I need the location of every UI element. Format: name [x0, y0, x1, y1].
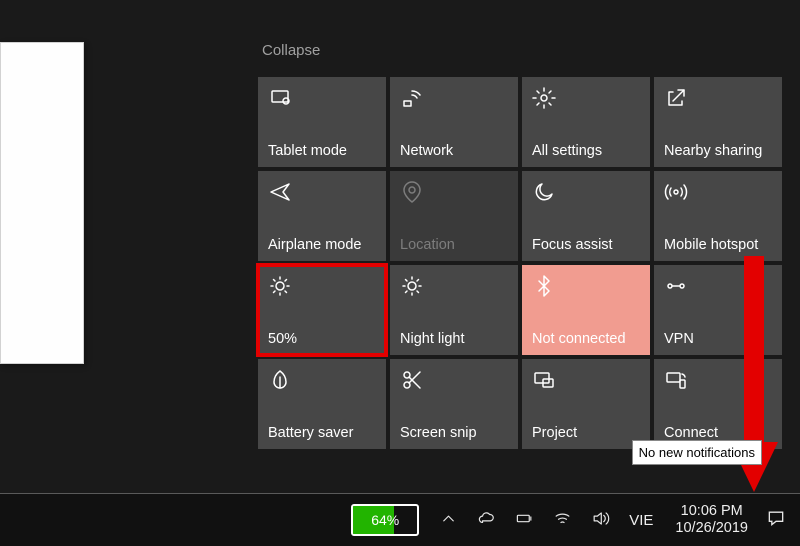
project-icon: [532, 367, 640, 393]
battery-percent: 64%: [371, 512, 399, 528]
tile-label: Network: [400, 143, 508, 159]
tile-label: Project: [532, 425, 640, 441]
action-center-button[interactable]: [760, 508, 800, 532]
tile-tablet-0[interactable]: Tablet mode: [258, 77, 386, 167]
tile-settings-2[interactable]: All settings: [522, 77, 650, 167]
tile-label: Tablet mode: [268, 143, 376, 159]
tile-label: Battery saver: [268, 425, 376, 441]
system-tray: VIE: [429, 509, 663, 532]
tablet-mode-icon: [268, 85, 376, 111]
tile-share-3[interactable]: Nearby sharing: [654, 77, 782, 167]
tile-leaf-12[interactable]: Battery saver: [258, 359, 386, 449]
background-window-fragment: [0, 42, 84, 364]
clock-time: 10:06 PM: [675, 503, 748, 520]
tile-label: Screen snip: [400, 425, 508, 441]
tile-label: Focus assist: [532, 237, 640, 253]
tray-wifi-icon[interactable]: [553, 509, 572, 532]
tile-snip-13[interactable]: Screen snip: [390, 359, 518, 449]
taskbar-clock[interactable]: 10:06 PM 10/26/2019: [663, 503, 760, 538]
tile-sun-9[interactable]: Night light: [390, 265, 518, 355]
tile-label: Mobile hotspot: [664, 237, 772, 253]
action-center-panel: Collapse Tablet mode Network All settings N…: [258, 42, 778, 449]
focus-assist-icon: [532, 179, 640, 205]
tile-sun-8[interactable]: 50%: [258, 265, 386, 355]
settings-icon: [532, 85, 640, 111]
nearby-sharing-icon: [664, 85, 772, 111]
brightness-icon: [268, 273, 376, 299]
bluetooth-icon: [532, 273, 640, 299]
tile-hotspot-7[interactable]: Mobile hotspot: [654, 171, 782, 261]
location-icon: [400, 179, 508, 205]
tray-chevron-up-icon[interactable]: [439, 509, 458, 532]
tile-bt-10[interactable]: Not connected: [522, 265, 650, 355]
mobile-hotspot-icon: [664, 179, 772, 205]
tray-volume-icon[interactable]: [591, 509, 610, 532]
tile-label: 50%: [268, 331, 376, 347]
ime-indicator[interactable]: VIE: [629, 512, 653, 529]
tray-onedrive-icon[interactable]: [477, 509, 496, 532]
tile-location-5[interactable]: Location: [390, 171, 518, 261]
tile-label: Nearby sharing: [664, 143, 772, 159]
battery-badge[interactable]: 64%: [351, 504, 419, 536]
tile-airplane-4[interactable]: Airplane mode: [258, 171, 386, 261]
quick-actions-grid: Tablet mode Network All settings Nearby sha…: [258, 77, 778, 449]
battery-saver-icon: [268, 367, 376, 393]
tile-label: Airplane mode: [268, 237, 376, 253]
taskbar: 64% VIE 10:06 PM 10/26/2019: [0, 493, 800, 546]
collapse-button[interactable]: Collapse: [262, 42, 778, 59]
tile-label: Not connected: [532, 331, 640, 347]
tile-label: Night light: [400, 331, 508, 347]
tile-label: All settings: [532, 143, 640, 159]
tile-moon-6[interactable]: Focus assist: [522, 171, 650, 261]
airplane-mode-icon: [268, 179, 376, 205]
tile-network-1[interactable]: Network: [390, 77, 518, 167]
tile-label: Location: [400, 237, 508, 253]
notifications-tooltip: No new notifications: [632, 440, 762, 465]
brightness-icon: [400, 273, 508, 299]
tray-battery-icon[interactable]: [515, 509, 534, 532]
tile-project-14[interactable]: Project: [522, 359, 650, 449]
clock-date: 10/26/2019: [675, 520, 748, 537]
screen-snip-icon: [400, 367, 508, 393]
network-icon: [400, 85, 508, 111]
